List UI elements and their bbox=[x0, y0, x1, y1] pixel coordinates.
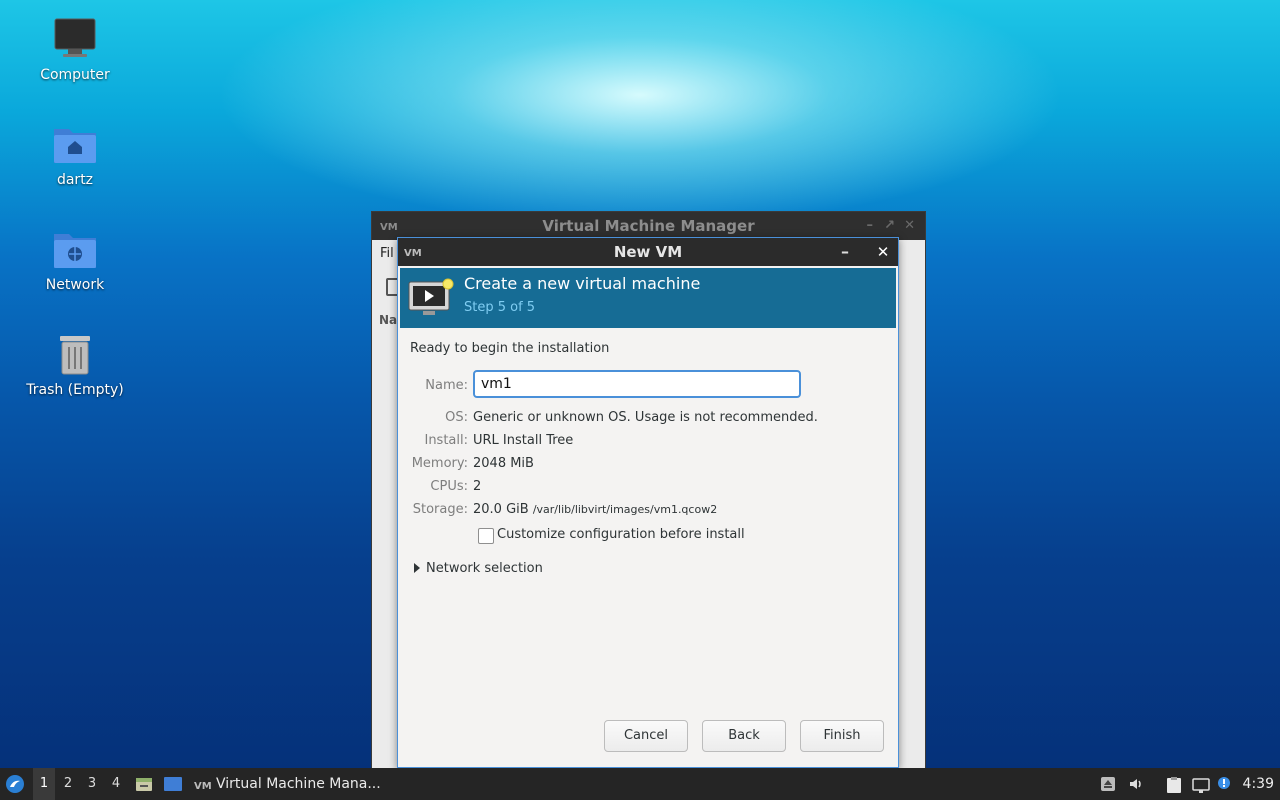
memory-value: 2048 MiB bbox=[473, 456, 534, 471]
taskbar: 1 2 3 4 VM Virtual Machine Mana... 4:39 bbox=[0, 768, 1280, 800]
storage-value: 20.0 GiB /var/lib/libvirt/images/vm1.qco… bbox=[473, 502, 717, 517]
workspace-3[interactable]: 3 bbox=[81, 768, 103, 800]
desktop-icon-label: Trash (Empty) bbox=[26, 382, 124, 398]
desktop-icon-network[interactable]: Network bbox=[15, 226, 135, 293]
taskbar-task-vmm[interactable]: VM Virtual Machine Mana... bbox=[190, 768, 421, 800]
clock[interactable]: 4:39 bbox=[1243, 768, 1274, 800]
vmm-menu-file[interactable]: Fil bbox=[380, 246, 394, 261]
vmm-name-column-header[interactable]: Na bbox=[379, 313, 397, 327]
new-vm-dialog: VM New VM – ✕ Create a new virtual machi… bbox=[397, 237, 899, 768]
os-label: OS: bbox=[445, 410, 468, 425]
ready-text: Ready to begin the installation bbox=[410, 341, 610, 356]
install-label: Install: bbox=[424, 433, 468, 448]
cpus-label: CPUs: bbox=[430, 479, 468, 494]
minimize-icon[interactable]: – bbox=[836, 238, 854, 266]
storage-path: /var/lib/libvirt/images/vm1.qcow2 bbox=[532, 503, 718, 516]
start-menu-icon[interactable] bbox=[5, 774, 25, 794]
desktop-icon-label: Network bbox=[45, 277, 105, 293]
name-label: Name: bbox=[425, 378, 468, 393]
wizard-step: Step 5 of 5 bbox=[464, 300, 536, 315]
network-folder-icon bbox=[54, 234, 96, 268]
svg-text:VM: VM bbox=[194, 781, 212, 791]
vmm-title: Virtual Machine Manager bbox=[542, 217, 755, 235]
desktop-icon-computer[interactable]: Computer bbox=[15, 16, 135, 83]
vmm-app-icon: VM bbox=[404, 248, 422, 258]
close-icon[interactable]: ✕ bbox=[904, 212, 915, 240]
svg-text:VM: VM bbox=[380, 222, 398, 232]
network-tray-icon[interactable] bbox=[1192, 776, 1210, 794]
workspace-2[interactable]: 2 bbox=[57, 768, 79, 800]
memory-label: Memory: bbox=[411, 456, 468, 471]
expander-arrow-icon[interactable] bbox=[414, 563, 420, 573]
workspace-1[interactable]: 1 bbox=[33, 768, 55, 800]
workspace-4[interactable]: 4 bbox=[105, 768, 127, 800]
clipboard-icon[interactable] bbox=[1165, 776, 1183, 794]
show-desktop-icon[interactable] bbox=[163, 775, 183, 793]
close-icon[interactable]: ✕ bbox=[874, 238, 892, 266]
svg-text:VM: VM bbox=[404, 248, 422, 258]
vmm-app-icon: VM bbox=[380, 222, 398, 232]
customize-checkbox[interactable] bbox=[478, 528, 494, 544]
volume-icon[interactable] bbox=[1128, 776, 1144, 792]
storage-size: 20.0 GiB bbox=[473, 502, 529, 517]
wizard-heading: Create a new virtual machine bbox=[464, 274, 701, 293]
wizard-header: Create a new virtual machine Step 5 of 5 bbox=[400, 268, 896, 328]
dialog-titlebar[interactable]: VM New VM – ✕ bbox=[398, 238, 898, 266]
customize-label[interactable]: Customize configuration before install bbox=[497, 527, 745, 542]
virtual-machine-icon bbox=[408, 278, 454, 315]
desktop-icon-label: Computer bbox=[40, 67, 110, 83]
back-button[interactable]: Back bbox=[702, 720, 786, 752]
install-value: URL Install Tree bbox=[473, 433, 574, 448]
file-manager-launcher-icon[interactable] bbox=[135, 775, 153, 793]
desktop-icon-home[interactable]: dartz bbox=[15, 121, 135, 188]
vmm-titlebar[interactable]: VM Virtual Machine Manager – ↗ ✕ bbox=[372, 212, 925, 240]
minimize-icon[interactable]: – bbox=[867, 212, 874, 240]
monitor-icon bbox=[54, 18, 96, 57]
storage-label: Storage: bbox=[412, 502, 468, 517]
notification-icon[interactable] bbox=[1216, 776, 1232, 792]
os-value: Generic or unknown OS. Usage is not reco… bbox=[473, 410, 818, 425]
vm-name-input[interactable] bbox=[473, 370, 801, 398]
cancel-button[interactable]: Cancel bbox=[604, 720, 688, 752]
desktop-icon-label: dartz bbox=[56, 172, 94, 188]
finish-button[interactable]: Finish bbox=[800, 720, 884, 752]
dialog-title: New VM bbox=[613, 243, 683, 261]
maximize-icon[interactable]: ↗ bbox=[884, 212, 895, 240]
vmm-app-icon: VM bbox=[194, 781, 212, 791]
eject-icon[interactable] bbox=[1100, 776, 1116, 792]
trash-icon bbox=[60, 336, 90, 375]
network-selection-expander[interactable]: Network selection bbox=[426, 561, 543, 576]
home-folder-icon bbox=[54, 129, 96, 163]
taskbar-task-label: Virtual Machine Mana... bbox=[216, 776, 381, 792]
desktop-icon-trash[interactable]: Trash (Empty) bbox=[15, 331, 135, 398]
cpus-value: 2 bbox=[473, 479, 482, 494]
